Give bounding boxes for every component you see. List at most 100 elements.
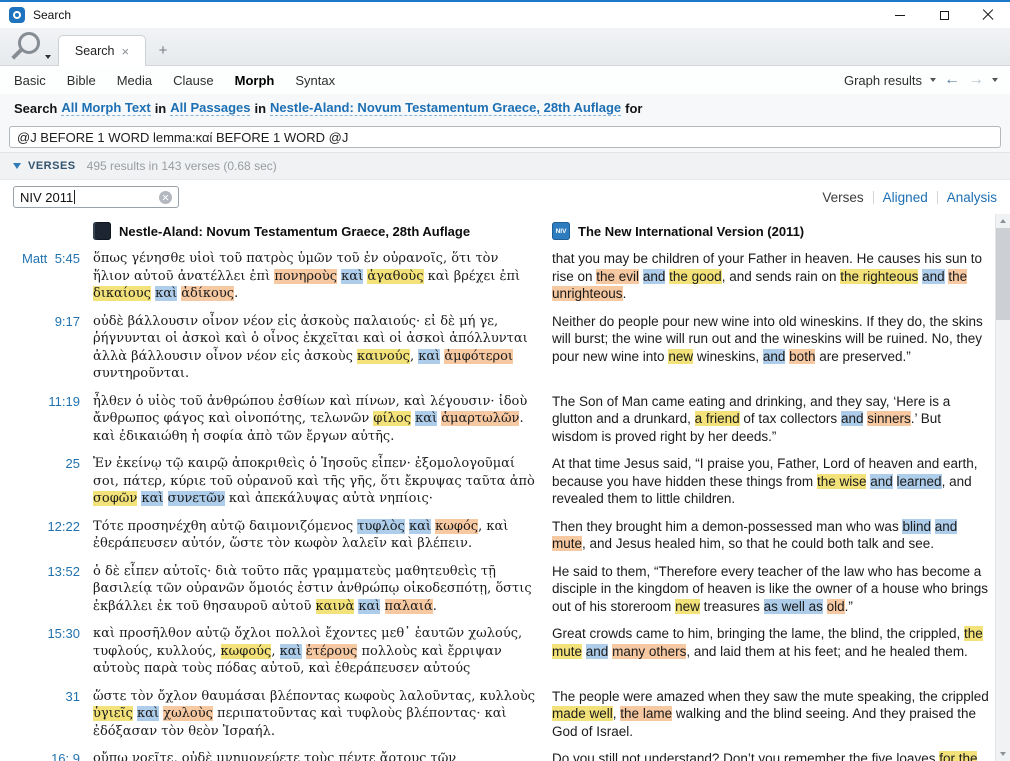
book-name — [22, 518, 47, 553]
chapter-verse: 9:17 — [54, 313, 80, 329]
search-query-input[interactable] — [9, 126, 1001, 148]
search-hit-orange: the evil — [596, 268, 640, 284]
forward-button[interactable]: → — [968, 72, 984, 88]
tab-search[interactable]: Search × — [58, 35, 146, 66]
chapter-verse: 13:52 — [47, 563, 80, 579]
app-icon-glyph — [13, 11, 21, 19]
window-controls — [878, 2, 1010, 28]
search-hit-yellow: new — [668, 348, 694, 364]
verse-reference[interactable]: 11:19 — [0, 393, 80, 446]
greek-verse-text: οὐδὲ βάλλουσιν οἶνον νέον εἰς ἀσκοὺς παλ… — [93, 313, 539, 383]
minimize-button[interactable] — [878, 2, 922, 28]
history-caret-icon[interactable] — [992, 78, 998, 82]
verse-row[interactable]: 13:52 ὁ δὲ εἶπεν αὐτοῖς· διὰ τοῦτο πᾶς γρ… — [0, 563, 990, 616]
verse-row[interactable]: 25 Ἐν ἐκείνῳ τῷ καιρῷ ἀποκριθεὶς ὁ Ἰησοῦς… — [0, 455, 990, 508]
app-icon — [9, 7, 25, 23]
verse-reference[interactable]: 9:17 — [0, 313, 80, 383]
verse-row[interactable]: 15:30 καὶ προσῆλθον αὐτῷ ὄχλοι πολλοὶ ἔχο… — [0, 625, 990, 678]
graph-results-button[interactable]: Graph results — [844, 73, 922, 88]
verse-reference[interactable]: 31 — [0, 688, 80, 741]
mode-basic[interactable]: Basic — [14, 73, 46, 88]
filter-input[interactable]: NIV 2011 — [13, 186, 179, 208]
gnt-module-icon — [93, 222, 111, 240]
search-tool-caret-icon[interactable] — [45, 55, 51, 59]
view-switcher: Verses Aligned Analysis — [822, 190, 997, 205]
search-text-link[interactable]: Nestle-Aland: Novum Testamentum Graece, … — [270, 100, 622, 116]
search-hit-blue: and — [870, 473, 893, 489]
search-hit-blue: and — [762, 348, 786, 364]
verse-row[interactable]: Matt 5:45 ὅπως γένησθε υἱοὶ τοῦ πατρὸς ὑμῶ… — [0, 250, 990, 303]
graph-results-caret-icon[interactable] — [930, 78, 936, 82]
criteria-for-label: for — [625, 100, 643, 116]
verse-text-segment: Τότε προσηνέχθη αὐτῷ δαιμονιζόμενος — [93, 518, 358, 534]
search-hit-blue: καὶ — [408, 518, 431, 534]
scroll-up-icon[interactable] — [996, 214, 1010, 228]
view-verses[interactable]: Verses — [822, 190, 863, 205]
verse-row[interactable]: 11:19 ἦλθεν ὁ υἱὸς τοῦ ἀνθρώπου ἐσθίων κα… — [0, 393, 990, 446]
criteria-in-label-1: in — [154, 100, 167, 116]
search-hit-blue: and — [922, 268, 945, 284]
mode-clause[interactable]: Clause — [173, 73, 213, 88]
disclosure-triangle-icon[interactable] — [13, 163, 21, 169]
verse-row[interactable]: 16: 9 οὔπω νοεῖτε, οὐδὲ μνημονεύετε τοὺς … — [0, 750, 990, 761]
criteria-search-label: Search — [14, 100, 58, 116]
verse-reference[interactable]: 16: 9 — [0, 750, 80, 761]
scroll-down-icon[interactable] — [996, 747, 1010, 761]
new-tab-button[interactable]: + — [146, 35, 180, 66]
verse-row[interactable]: 31 ὥστε τὸν ὄχλον θαυμάσαι βλέποντας κωφο… — [0, 688, 990, 741]
search-hit-orange: old — [826, 598, 845, 614]
verse-text-segment: Do you still not understand? Don’t you r… — [552, 751, 940, 761]
mode-morph[interactable]: Morph — [235, 73, 275, 88]
view-aligned[interactable]: Aligned — [883, 190, 928, 205]
mode-media[interactable]: Media — [117, 73, 152, 88]
back-button[interactable]: ← — [944, 72, 960, 88]
english-verse-text: At that time Jesus said, “I praise you, … — [552, 455, 990, 508]
tab-close-icon[interactable]: × — [122, 45, 130, 58]
greek-column-header[interactable]: Nestle-Aland: Novum Testamentum Graece, … — [93, 222, 539, 240]
search-hit-orange: ἀδίκους — [181, 286, 235, 301]
book-name: Matt — [22, 251, 48, 266]
english-verse-text: Great crowds came to him, bringing the l… — [552, 625, 990, 678]
titlebar: Search — [0, 2, 1010, 28]
verse-reference[interactable]: 15:30 — [0, 625, 80, 678]
search-hit-blue: and — [585, 643, 609, 659]
chapter-verse: 5:45 — [54, 251, 80, 266]
mode-syntax[interactable]: Syntax — [295, 73, 335, 88]
english-verse-text: Neither do people pour new wine into old… — [552, 313, 990, 383]
verse-reference[interactable]: Matt 5:45 — [0, 250, 80, 303]
verse-reference[interactable]: 12:22 — [0, 518, 80, 553]
greek-verse-text: καὶ προσῆλθον αὐτῷ ὄχλοι πολλοὶ ἔχοντες … — [93, 625, 539, 678]
niv-module-icon: NIV — [552, 222, 570, 240]
search-hit-blue: καὶ — [137, 706, 160, 721]
verse-text-segment: , and laid them at his feet; and he heal… — [686, 643, 968, 659]
clear-filter-icon[interactable] — [159, 190, 172, 204]
verse-row[interactable]: 12:22 Τότε προσηνέχθη αὐτῷ δαιμονιζόμενος… — [0, 518, 990, 553]
greek-verse-text: ὁ δὲ εἶπεν αὐτοῖς· διὰ τοῦτο πᾶς γραμματ… — [93, 563, 539, 616]
search-hit-blue: καὶ — [415, 411, 438, 426]
view-analysis[interactable]: Analysis — [947, 190, 997, 205]
search-range-link[interactable]: All Passages — [170, 100, 251, 116]
search-hit-yellow: the wise — [816, 473, 867, 489]
verse-row[interactable]: 9:17 οὐδὲ βάλλουσιν οἶνον νέον εἰς ἀσκοὺς… — [0, 313, 990, 383]
maximize-button[interactable] — [922, 2, 966, 28]
search-hit-blue: as well as — [763, 598, 823, 614]
mode-bible[interactable]: Bible — [67, 73, 96, 88]
search-hit-blue: καὶ — [418, 348, 441, 364]
search-tool-button[interactable] — [11, 31, 56, 65]
english-verse-text: He said to them, “Therefore every teache… — [552, 563, 990, 616]
search-hit-yellow: new — [675, 598, 700, 614]
window-title: Search — [33, 8, 72, 22]
search-hit-orange: ἀμφότεροι — [444, 348, 514, 364]
verse-reference[interactable]: 25 — [0, 455, 80, 508]
verse-text-segment: ὁ δὲ εἶπεν αὐτοῖς· διὰ τοῦτο πᾶς γραμματ… — [93, 563, 532, 614]
close-button[interactable] — [966, 2, 1010, 28]
verse-text-segment: συντηροῦνται. — [93, 366, 190, 381]
verse-text-segment: The people were amazed when they saw the… — [552, 688, 989, 704]
scrollbar-thumb[interactable] — [996, 228, 1010, 320]
english-column-header[interactable]: NIV The New International Version (2011) — [552, 222, 990, 240]
vertical-scrollbar[interactable] — [995, 214, 1010, 761]
search-hit-yellow: the righteous — [840, 268, 919, 284]
verse-reference[interactable]: 13:52 — [0, 563, 80, 616]
search-hit-yellow: καινὰ — [315, 598, 355, 614]
search-field-link[interactable]: All Morph Text — [61, 100, 151, 116]
